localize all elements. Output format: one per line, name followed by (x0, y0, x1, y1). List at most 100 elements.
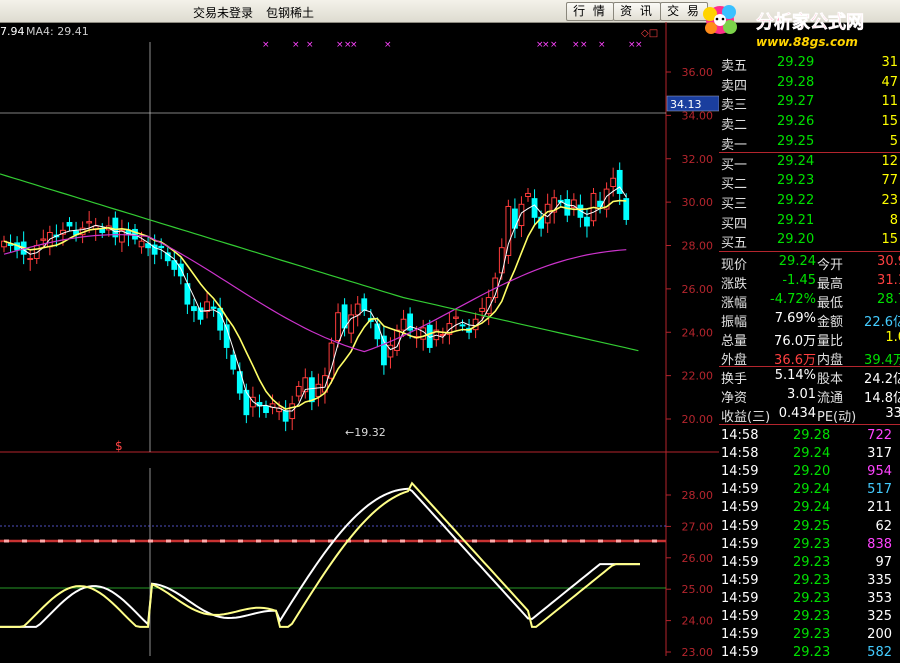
tick-row: 14:59 29.20 954 (719, 463, 900, 482)
order-level-label: 卖五 (721, 59, 748, 74)
price-axis-label: 30.00 (682, 196, 714, 209)
ma-white-line (3, 186, 627, 412)
tick-price: 29.25 (793, 518, 831, 534)
order-price: 29.22 (777, 192, 815, 208)
candle-body (400, 318, 407, 331)
order-price: 29.20 (777, 232, 815, 248)
sub-red-band-dot (418, 539, 423, 543)
order-book-row[interactable]: 买五 29.20 15 (719, 231, 900, 251)
ticks-divider (719, 424, 900, 425)
sub-red-band-dot (580, 539, 585, 543)
order-book-row[interactable]: 买四 29.21 8 (719, 212, 900, 232)
candle-body (518, 203, 525, 227)
stat-value: 0.434 (778, 406, 816, 421)
candle-body (623, 198, 630, 220)
sub-axis-label: 26.00 (682, 552, 714, 565)
order-level-label: 卖二 (721, 118, 748, 134)
sub-red-band-dot (436, 539, 441, 543)
candle-body (335, 312, 341, 341)
candle-body (210, 306, 217, 309)
price-axis-label: 32.00 (682, 153, 714, 166)
order-book-row[interactable]: 卖四 29.28 47 (719, 74, 900, 94)
tick-price: 29.23 (793, 554, 831, 570)
signal-marker: × (306, 40, 314, 50)
tick-volume: 325 (867, 609, 892, 624)
candle-body (479, 307, 486, 312)
stat-label: 金额 (817, 315, 844, 330)
tick-volume: 353 (867, 590, 892, 606)
order-volume: 31 (881, 55, 898, 70)
sub-red-band-dot (490, 539, 495, 543)
order-price: 29.26 (777, 114, 815, 130)
order-book-row[interactable]: 买一 29.24 12 (719, 153, 900, 173)
order-volume: 77 (881, 173, 898, 189)
stat-value: 3.01 (787, 387, 816, 402)
tick-time: 14:59 (721, 590, 759, 606)
order-level-label: 买二 (721, 177, 748, 193)
tick-time: 14:59 (721, 609, 759, 624)
signal-marker: × (550, 40, 558, 50)
candle-body (66, 222, 73, 227)
candle-body (158, 245, 165, 249)
stat-label: 现价 (721, 258, 748, 273)
kline-chart[interactable]: 36.00 34.00 32.00 30.00 28.00 26.00 24.00 22.00… (0, 22, 719, 656)
candle-body (531, 198, 538, 218)
order-book-row[interactable]: 卖三 29.27 11 (719, 93, 900, 113)
order-book-row[interactable]: 买三 29.22 23 (719, 192, 900, 212)
sub-red-band-dot (274, 539, 279, 543)
order-book-row[interactable]: 买二 29.23 77 (719, 172, 900, 193)
tick-row: 14:59 29.24 517 (719, 481, 900, 500)
price-axis-label: 28.00 (682, 240, 714, 253)
sub-red-band-dot (166, 539, 171, 543)
tick-volume: 335 (867, 572, 892, 588)
signal-marker: × (598, 40, 606, 50)
order-level-label: 买一 (721, 157, 748, 173)
market-button[interactable]: 行 情 (566, 2, 614, 21)
sub-red-band-dot (58, 539, 63, 543)
stat-label: 总量 (721, 334, 748, 349)
order-book-row[interactable]: 卖二 29.26 15 (719, 113, 900, 134)
price-axis-label: 22.00 (682, 370, 714, 383)
order-book-row[interactable]: 卖一 29.25 5 (719, 133, 900, 153)
stat-label: 换手 (721, 372, 748, 387)
sub-red-band-dot (22, 539, 27, 543)
sub-red-band-dot (4, 539, 9, 543)
sub-red-band-dot (400, 539, 405, 543)
candle-body (40, 238, 47, 241)
candle-body (453, 316, 459, 319)
order-book-row[interactable]: 卖五 29.29 31 (719, 54, 900, 74)
candle-body (374, 323, 381, 340)
sub-red-band-dot (472, 539, 477, 543)
order-volume: 15 (881, 114, 898, 130)
candle-body (525, 192, 531, 197)
sub-axis-label: 28.00 (682, 489, 714, 502)
watermark-site-name: 分析家公式网 (756, 11, 864, 33)
order-volume: 15 (881, 232, 898, 248)
price-axis-label: 34.00 (682, 109, 714, 122)
sub-red-band-dot (238, 539, 243, 543)
sub-red-band-dot (220, 539, 225, 543)
stat-row: 收益(三) 0.434PE(动) 33. (719, 405, 900, 425)
sub-white-line (0, 487, 640, 628)
tick-time: 14:59 (721, 627, 759, 643)
tick-volume: 97 (875, 554, 892, 570)
tick-price: 29.20 (793, 464, 831, 480)
quote-panel: 卖五 29.29 31 卖四 29.28 47 卖三 29.27 11 卖二 29.26 15 卖一 29… (719, 52, 900, 660)
watermark-url: www.88gs.com (756, 35, 858, 49)
order-price: 29.28 (777, 74, 815, 90)
tick-price: 29.23 (793, 572, 831, 588)
sub-red-band-dot (148, 539, 153, 543)
sub-red-band-dot (40, 539, 45, 543)
stat-label: 涨跌 (721, 277, 748, 292)
tick-row: 14:59 29.23 582 (719, 644, 900, 663)
candle-body (610, 177, 617, 188)
order-level-label: 卖一 (721, 137, 748, 153)
order-price: 29.24 (777, 153, 815, 169)
sub-yellow-line (0, 481, 640, 628)
flower-icon (703, 5, 737, 34)
tick-time: 14:59 (721, 554, 759, 570)
news-button[interactable]: 资 讯 (613, 2, 661, 21)
tick-time: 14:58 (721, 446, 759, 462)
candle-body (584, 216, 590, 227)
tick-row: 14:59 29.23 97 (719, 554, 900, 573)
